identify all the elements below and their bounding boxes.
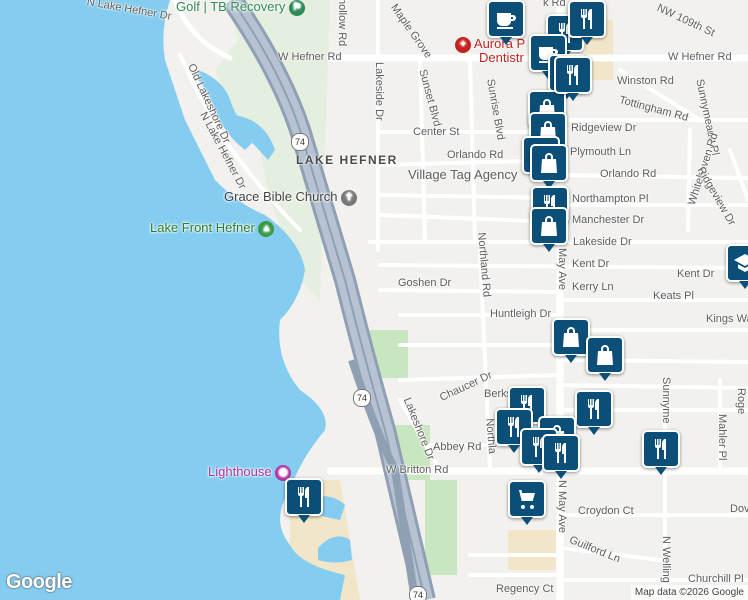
street-label: Kerry Ln: [572, 281, 614, 293]
street-label: Kent Dr: [572, 258, 610, 270]
street-label: N Welling: [660, 536, 672, 583]
map-marker-shopping-bag[interactable]: [552, 318, 590, 363]
map-marker-restaurant[interactable]: [554, 56, 592, 101]
shopping-bag-icon: [537, 151, 561, 175]
map-marker-shopping-bag[interactable]: [586, 336, 624, 381]
route-74-shield: 74: [291, 133, 309, 151]
street-label: W Britton Rd: [386, 464, 449, 476]
street-label: Plymouth Ln: [570, 146, 632, 158]
street-label: N May Ave: [556, 480, 568, 533]
map-marker-restaurant[interactable]: [285, 478, 323, 523]
map-marker-shopping-cart[interactable]: [508, 480, 546, 525]
street-label: Winston Rd: [617, 75, 674, 87]
street-label: Abbey Rd: [433, 441, 482, 453]
map-marker-restaurant[interactable]: [575, 390, 613, 435]
street-label: Churchill Pl: [688, 573, 744, 585]
street-label: Center St: [413, 126, 460, 138]
restaurant-icon: [549, 441, 573, 465]
restaurant-icon: [561, 63, 585, 87]
street-label: Croydon Ct: [578, 505, 634, 517]
street-label: Ridgeview Dr: [571, 122, 637, 134]
poi-lake-front-hefner[interactable]: Lake Front Hefner ▲: [150, 220, 275, 237]
street-label: Lakeside Dr: [373, 62, 385, 121]
poi-village-tag-agency[interactable]: Village Tag Agency: [408, 167, 517, 182]
street-label: Lakeside Dr: [573, 236, 632, 248]
school-icon: [733, 251, 748, 275]
street-label: Goshen Dr: [398, 277, 452, 289]
map-marker-shopping-bag[interactable]: [530, 144, 568, 189]
restaurant-icon: [575, 7, 599, 31]
church-cross-icon: ✝: [341, 189, 358, 206]
street-label: Keats Pl: [653, 290, 694, 302]
restaurant-icon: [649, 437, 673, 461]
map-canvas[interactable]: LAKE HEFNER N Lake Hefner Dr Old Lakesho…: [0, 0, 748, 600]
street-label: hollow Rd: [336, 0, 348, 47]
street-label: k Rd: [543, 0, 566, 9]
map-marker-shopping-bag[interactable]: [530, 207, 568, 252]
street-label: Huntleigh Dr: [490, 308, 552, 320]
street-label: Sunnyme: [660, 377, 672, 424]
cafe-icon: [494, 7, 518, 31]
hospital-cross-icon: +: [455, 36, 471, 53]
poi-grace-bible-church[interactable]: Grace Bible Church ✝: [224, 189, 358, 206]
route-74-shield: 74: [353, 389, 371, 407]
street-label: W Hefner Rd: [668, 51, 732, 63]
poi-dentistry-label: Dentistr: [479, 50, 524, 65]
map-attribution[interactable]: Map data ©2026 Google: [630, 585, 748, 600]
route-74-shield: 74: [409, 586, 427, 600]
map-marker-restaurant[interactable]: [642, 430, 680, 475]
poi-lighthouse[interactable]: Lighthouse ◉: [208, 464, 292, 481]
street-label: Mahler Pl: [716, 414, 728, 461]
map-marker-cafe[interactable]: [487, 0, 525, 45]
shopping-bag-icon: [593, 343, 617, 367]
map-marker-school[interactable]: [726, 244, 748, 289]
street-label: W Hefner Rd: [278, 51, 342, 63]
shopping-cart-icon: [515, 487, 539, 511]
area-label-lake-hefner: LAKE HEFNER: [296, 153, 398, 167]
shopping-bag-icon: [559, 325, 583, 349]
map-marker-restaurant[interactable]: [568, 0, 606, 45]
street-label: Regency Ct: [496, 583, 554, 595]
map-marker-restaurant[interactable]: [542, 434, 580, 479]
poi-golf-tb-recovery[interactable]: Golf | TB Recovery ⚑: [176, 0, 305, 16]
google-logo[interactable]: Google: [6, 571, 72, 594]
street-label: Roge: [735, 388, 747, 415]
street-label: Kings Wa: [706, 313, 748, 325]
street-label: Orlando Rd: [447, 149, 504, 161]
tree-icon: ▲: [258, 220, 275, 237]
street-label: Kent Dr: [677, 268, 715, 280]
street-label: Northampton Pl: [572, 193, 649, 205]
restaurant-icon: [292, 485, 316, 509]
shopping-bag-icon: [537, 214, 561, 238]
golf-flag-icon: ⚑: [288, 0, 305, 16]
restaurant-icon: [582, 397, 606, 421]
street-label: Manchester Dr: [572, 214, 645, 226]
street-label: Orlando Rd: [600, 168, 657, 180]
street-label: Dov: [730, 503, 748, 515]
